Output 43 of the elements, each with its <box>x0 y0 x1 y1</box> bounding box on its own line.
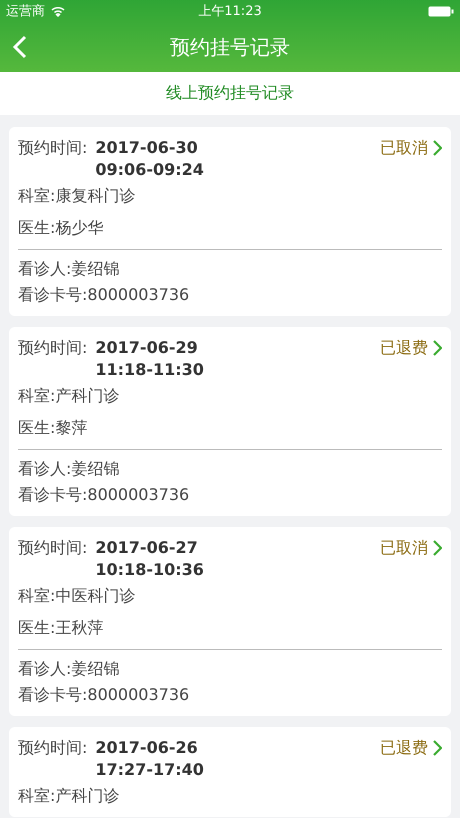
appointment-date: 2017-06-29 <box>95 337 199 359</box>
department-text: 科室:产科门诊 <box>18 785 120 807</box>
carrier-label: 运营商 <box>6 3 45 20</box>
appointment-date: 2017-06-26 <box>95 737 199 759</box>
chevron-right-icon <box>432 339 442 357</box>
status-time: 上午11:23 <box>198 3 262 20</box>
record-card[interactable]: 预约时间: 2017-06-26 17:27-17:40 已退费 科室:产科门诊 <box>9 727 451 817</box>
chevron-right-icon <box>432 739 442 757</box>
doctor-text: 医生:黎萍 <box>18 417 88 439</box>
appointment-time: 10:18-10:36 <box>95 559 204 581</box>
time-label: 预约时间: <box>18 537 88 559</box>
record-card[interactable]: 预约时间: 2017-06-27 10:18-10:36 已取消 科室:中医科门诊 医生:王秋萍 看诊人:姜绍锦 看诊卡号:8000003736 <box>9 527 451 716</box>
doctor-text: 医生:杨少华 <box>18 217 104 239</box>
appointment-time: 09:06-09:24 <box>95 159 204 181</box>
wifi-icon <box>51 6 65 16</box>
appointment-date: 2017-06-27 <box>95 537 199 559</box>
department-text: 科室:产科门诊 <box>18 385 120 407</box>
department-text: 科室:中医科门诊 <box>18 585 136 607</box>
status-link[interactable]: 已取消 <box>380 137 442 159</box>
patient-text: 看诊人:姜绍锦 <box>18 658 120 680</box>
department-text: 科室:康复科门诊 <box>18 185 136 207</box>
patient-text: 看诊人:姜绍锦 <box>18 258 120 280</box>
status-link[interactable]: 已退费 <box>380 337 442 359</box>
record-card[interactable]: 预约时间: 2017-06-30 09:06-09:24 已取消 科室:康复科门诊 医生:杨少华 看诊人:姜绍锦 看诊卡号:8000003736 <box>9 127 451 316</box>
section-title: 线上预约挂号记录 <box>166 83 294 104</box>
chevron-right-icon <box>432 139 442 157</box>
card-number-text: 看诊卡号:8000003736 <box>18 484 190 506</box>
patient-text: 看诊人:姜绍锦 <box>18 458 120 480</box>
chevron-right-icon <box>432 539 442 557</box>
record-card[interactable]: 预约时间: 2017-06-29 11:18-11:30 已退费 科室:产科门诊 医生:黎萍 看诊人:姜绍锦 看诊卡号:8000003736 <box>9 327 451 516</box>
time-label: 预约时间: <box>18 737 88 759</box>
time-label: 预约时间: <box>18 137 88 159</box>
appointment-date: 2017-06-30 <box>95 137 199 159</box>
card-number-text: 看诊卡号:8000003736 <box>18 684 190 706</box>
time-label: 预约时间: <box>18 337 88 359</box>
appointment-time: 17:27-17:40 <box>95 759 204 781</box>
page-title: 预约挂号记录 <box>170 34 290 60</box>
appointment-time: 11:18-11:30 <box>95 359 204 381</box>
status-link[interactable]: 已退费 <box>380 737 442 759</box>
status-link[interactable]: 已取消 <box>380 537 442 559</box>
doctor-text: 医生:王秋萍 <box>18 617 104 639</box>
battery-icon <box>428 6 454 16</box>
card-number-text: 看诊卡号:8000003736 <box>18 284 190 306</box>
